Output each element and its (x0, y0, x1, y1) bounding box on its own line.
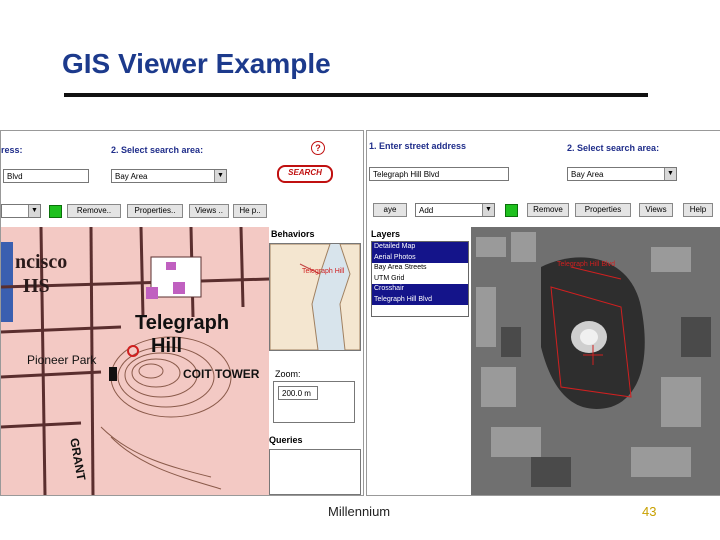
search-area-value: Bay Area (115, 172, 148, 181)
layer-item[interactable]: UTM Grid (372, 274, 468, 285)
map-label-coit-tower: COIT TOWER (183, 367, 260, 381)
street-map[interactable]: ncisco HS Telegraph Hill Pioneer Park CO… (1, 227, 269, 495)
gis-viewer-window-right: 1. Enter street address Telegraph Hill B… (366, 130, 720, 496)
map-label-district: ncisco (15, 251, 68, 273)
search-area-select[interactable]: Bay Area ▼ (567, 167, 677, 181)
zoom-label: Zoom: (275, 369, 301, 379)
chevron-down-icon[interactable]: ▼ (482, 204, 494, 216)
address-input[interactable]: Blvd (3, 169, 89, 183)
layer-select[interactable]: ▼ (1, 204, 41, 218)
layer-item[interactable]: Telegraph Hill Blvd (372, 294, 468, 305)
remove-button[interactable]: Remove (527, 203, 569, 217)
chevron-down-icon[interactable]: ▼ (214, 170, 226, 182)
map-label-hill: Hill (151, 335, 183, 357)
help-icon[interactable]: ? (311, 141, 325, 155)
search-area-label: 2. Select search area: (567, 143, 660, 153)
queries-label: Queries (269, 435, 303, 445)
aerial-photo-map[interactable]: Telegraph Hill Blvd (471, 227, 720, 495)
title-underline (64, 93, 648, 97)
views-button[interactable]: Views (639, 203, 673, 217)
search-button[interactable]: SEARCH (277, 165, 333, 183)
layer-item[interactable]: Bay Area Streets (372, 263, 468, 274)
layer-item[interactable]: Detailed Map (372, 242, 468, 253)
queries-panel[interactable] (269, 449, 361, 495)
chevron-down-icon[interactable]: ▼ (28, 205, 40, 217)
green-indicator-icon[interactable] (49, 205, 62, 218)
address-label: 1. Enter street address (369, 141, 467, 151)
aerial-label: Telegraph Hill Blvd (557, 261, 615, 268)
map-label-pioneer-park: Pioneer Park (27, 353, 97, 367)
layer-button[interactable]: aye (373, 203, 407, 217)
properties-button[interactable]: Properties (575, 203, 631, 217)
green-indicator-icon[interactable] (505, 204, 518, 217)
help-button[interactable]: Help (683, 203, 713, 217)
map-label-district-2: HS (23, 275, 50, 297)
zoom-input[interactable]: 200.0 m (278, 386, 318, 400)
properties-button[interactable]: Properties.. (127, 204, 183, 218)
slide-title: GIS Viewer Example (62, 48, 331, 79)
behaviors-label: Behaviors (271, 229, 315, 239)
help-button[interactable]: He p.. (233, 204, 267, 218)
overview-label: Telegraph Hill (302, 268, 345, 275)
layers-label: Layers (371, 229, 401, 239)
search-area-select[interactable]: Bay Area ▼ (111, 169, 227, 183)
gis-viewer-window-left: ress: Blvd 2. Select search area: Bay Ar… (0, 130, 364, 496)
zoom-panel: 200.0 m (273, 381, 355, 423)
search-area-value: Bay Area (571, 170, 604, 179)
views-button[interactable]: Views .. (189, 204, 229, 218)
footer-center-text: Millennium (328, 504, 391, 519)
map-label-telegraph: Telegraph (135, 312, 230, 334)
layer-item[interactable]: Aerial Photos (372, 252, 468, 263)
search-area-label: 2. Select search area: (111, 145, 204, 155)
chevron-down-icon[interactable]: ▼ (664, 168, 676, 180)
remove-button[interactable]: Remove.. (67, 204, 121, 218)
layers-list[interactable]: Detailed Map Aerial Photos Bay Area Street… (371, 241, 469, 317)
add-layer-select[interactable]: Add ▼ (415, 203, 495, 217)
layer-item[interactable]: Crosshair (372, 284, 468, 295)
overview-map[interactable]: Telegraph Hill (269, 243, 361, 351)
page-number: 43 (642, 504, 657, 519)
address-label: ress: (1, 145, 23, 155)
address-input[interactable]: Telegraph Hill Blvd (369, 167, 509, 181)
overview-map-graphics (270, 244, 360, 350)
add-layer-value: Add (419, 206, 434, 215)
